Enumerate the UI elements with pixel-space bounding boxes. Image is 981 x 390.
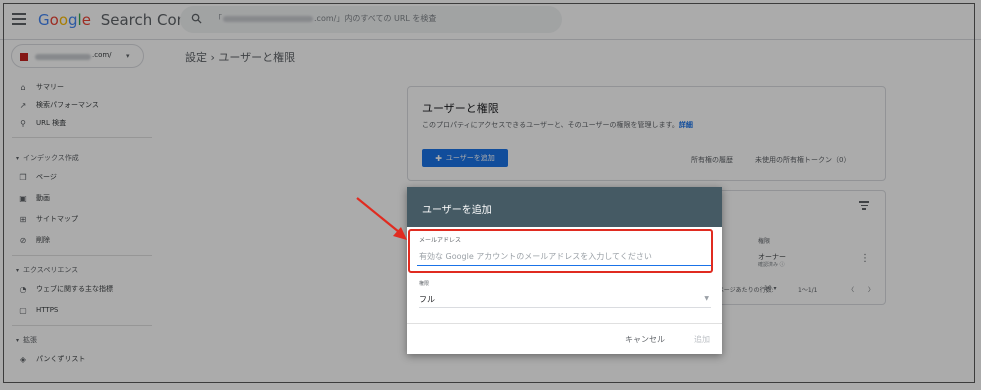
cancel-button[interactable]: キャンセル bbox=[625, 334, 665, 345]
add-button[interactable]: 追加 bbox=[694, 334, 710, 345]
dialog-title: ユーザーを追加 bbox=[422, 205, 492, 216]
dialog-header: ユーザーを追加 bbox=[407, 187, 722, 227]
divider bbox=[407, 323, 722, 324]
annotation-arrow-icon bbox=[356, 197, 407, 240]
permission-select[interactable]: フル ▼ bbox=[419, 290, 711, 308]
app-root: Google Search Console 「.com/」内のすべての URL … bbox=[0, 0, 981, 390]
permission-value: フル bbox=[419, 295, 435, 304]
annotation-highlight-box bbox=[408, 229, 713, 273]
permission-label: 権限 bbox=[419, 281, 430, 287]
chevron-down-icon: ▼ bbox=[704, 295, 709, 302]
